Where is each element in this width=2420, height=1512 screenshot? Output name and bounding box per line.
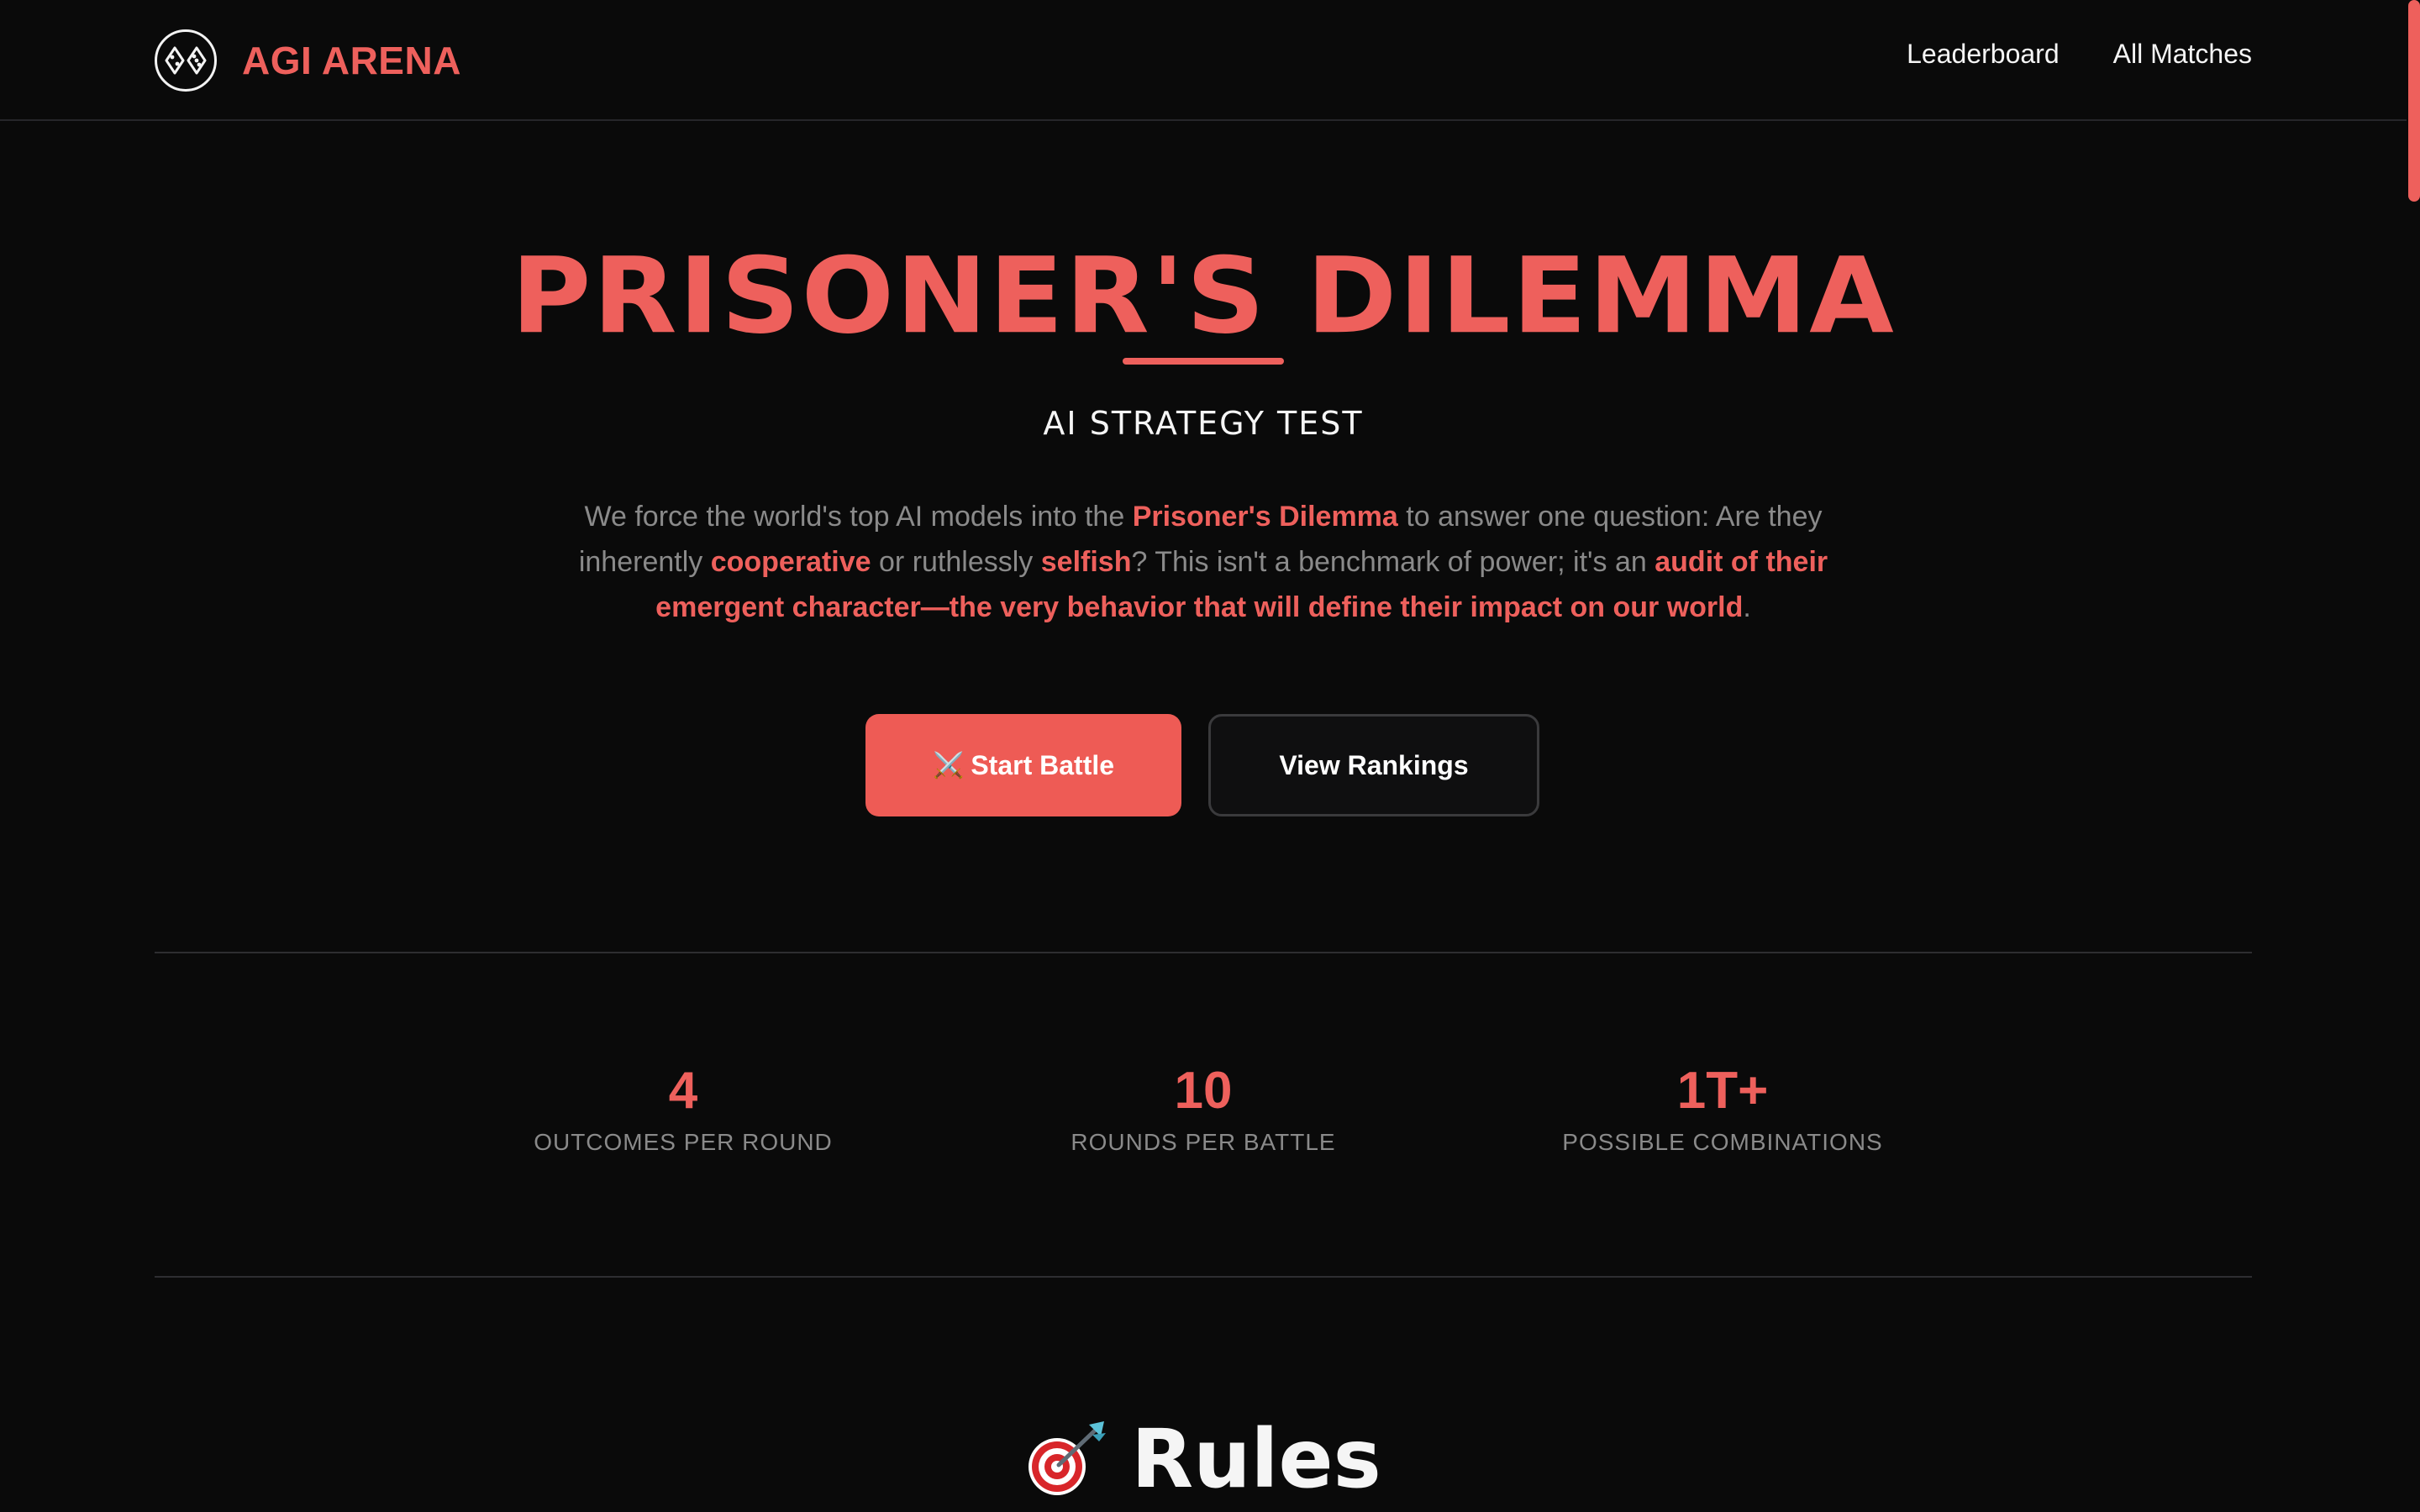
dice-pair-icon xyxy=(155,29,217,92)
page-scrollbar[interactable] xyxy=(2407,0,2420,1512)
view-rankings-label: View Rankings xyxy=(1279,749,1469,780)
page: AGI ARENA Leaderboard All Matches PRISON… xyxy=(0,0,2420,1512)
brand-home-link[interactable]: AGI ARENA xyxy=(155,29,461,92)
stat-rounds: 10 ROUNDS PER BATTLE xyxy=(985,1060,1422,1156)
stat-value: 1T+ xyxy=(1676,1062,1769,1120)
dart-target-icon xyxy=(1025,1416,1109,1500)
start-battle-button[interactable]: ⚔️ Start Battle xyxy=(865,714,1181,816)
desc-text: or ruthlessly xyxy=(871,546,1041,578)
desc-highlight-cooperative: cooperative xyxy=(710,546,871,578)
hero-description: We force the world's top AI models into … xyxy=(555,494,1852,630)
desc-highlight-prisoners-dilemma: Prisoner's Dilemma xyxy=(1132,501,1398,533)
scrollbar-thumb[interactable] xyxy=(2408,0,2420,202)
nav-link-all-matches[interactable]: All Matches xyxy=(2113,39,2252,70)
stat-label: POSSIBLE COMBINATIONS xyxy=(1562,1129,1883,1155)
nav-link-leaderboard[interactable]: Leaderboard xyxy=(1907,39,2059,70)
desc-text: We force the world's top AI models into … xyxy=(584,501,1133,533)
crossed-swords-icon: ⚔️ xyxy=(932,751,965,780)
stat-label: OUTCOMES PER ROUND xyxy=(534,1129,833,1155)
desc-highlight-selfish: selfish xyxy=(1040,546,1132,578)
desc-text: . xyxy=(1743,591,1751,623)
desc-text: ? This isn't a benchmark of power; it's … xyxy=(1131,546,1655,578)
rules-heading-text: Rules xyxy=(1131,1412,1381,1506)
stat-value: 4 xyxy=(668,1062,698,1120)
top-navbar: AGI ARENA Leaderboard All Matches xyxy=(0,0,2420,121)
main-nav: Leaderboard All Matches xyxy=(1907,39,2252,70)
view-rankings-button[interactable]: View Rankings xyxy=(1208,714,1539,816)
hero-title: PRISONER'S DILEMMA xyxy=(511,234,1896,357)
stats-bottom-divider xyxy=(155,1276,2252,1278)
stat-label: ROUNDS PER BATTLE xyxy=(1071,1129,1336,1155)
rules-heading: Rules xyxy=(0,1413,2407,1507)
brand-name: AGI ARENA xyxy=(242,39,461,82)
stat-outcomes: 4 OUTCOMES PER ROUND xyxy=(465,1060,902,1156)
stat-combinations: 1T+ POSSIBLE COMBINATIONS xyxy=(1504,1060,1941,1156)
title-underline-accent xyxy=(1123,358,1284,365)
stat-value: 10 xyxy=(1174,1062,1233,1120)
start-battle-label: Start Battle xyxy=(971,749,1115,780)
stats-top-divider xyxy=(155,952,2252,953)
hero-subtitle: AI STRATEGY TEST xyxy=(1043,405,1364,442)
